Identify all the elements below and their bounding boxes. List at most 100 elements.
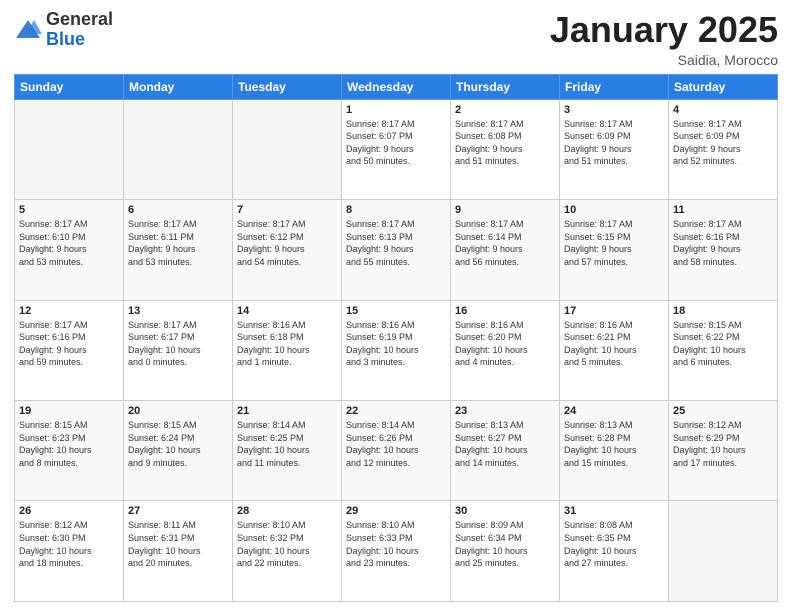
day-info: Sunrise: 8:15 AM Sunset: 6:23 PM Dayligh… (19, 419, 119, 469)
logo-blue-text: Blue (46, 30, 113, 50)
day-number: 17 (564, 305, 664, 317)
day-info: Sunrise: 8:14 AM Sunset: 6:25 PM Dayligh… (237, 419, 337, 469)
day-number: 12 (19, 305, 119, 317)
day-number: 27 (128, 505, 228, 517)
day-number: 23 (455, 405, 555, 417)
table-row: 21 Sunrise: 8:14 AM Sunset: 6:25 PM Dayli… (233, 401, 342, 501)
day-info: Sunrise: 8:16 AM Sunset: 6:20 PM Dayligh… (455, 319, 555, 369)
day-number: 24 (564, 405, 664, 417)
table-row: 23 Sunrise: 8:13 AM Sunset: 6:27 PM Dayli… (451, 401, 560, 501)
logo: General Blue (14, 10, 113, 50)
table-row: 30Sunrise: 8:09 AM Sunset: 6:34 PM Dayli… (451, 501, 560, 602)
day-info: Sunrise: 8:17 AM Sunset: 6:16 PM Dayligh… (673, 218, 773, 268)
calendar-week-row: 12 Sunrise: 8:17 AM Sunset: 6:16 PM Dayli… (15, 300, 778, 400)
table-row: 22 Sunrise: 8:14 AM Sunset: 6:26 PM Dayli… (342, 401, 451, 501)
day-number: 1 (346, 104, 446, 116)
table-row (124, 99, 233, 199)
col-header-monday: Monday (124, 74, 233, 99)
day-number: 6 (128, 204, 228, 216)
table-row: 17 Sunrise: 8:16 AM Sunset: 6:21 PM Dayli… (560, 300, 669, 400)
table-row: 28Sunrise: 8:10 AM Sunset: 6:32 PM Dayli… (233, 501, 342, 602)
day-number: 11 (673, 204, 773, 216)
day-number: 10 (564, 204, 664, 216)
day-number: 18 (673, 305, 773, 317)
table-row: 9 Sunrise: 8:17 AM Sunset: 6:14 PM Daylig… (451, 200, 560, 300)
logo-text: General Blue (46, 10, 113, 50)
table-row: 14Sunrise: 8:16 AM Sunset: 6:18 PM Dayli… (233, 300, 342, 400)
table-row: 16Sunrise: 8:16 AM Sunset: 6:20 PM Dayli… (451, 300, 560, 400)
day-info: Sunrise: 8:15 AM Sunset: 6:22 PM Dayligh… (673, 319, 773, 369)
table-row: 11 Sunrise: 8:17 AM Sunset: 6:16 PM Dayli… (669, 200, 778, 300)
day-info: Sunrise: 8:12 AM Sunset: 6:30 PM Dayligh… (19, 519, 119, 569)
day-info: Sunrise: 8:17 AM Sunset: 6:16 PM Dayligh… (19, 319, 119, 369)
table-row: 8Sunrise: 8:17 AM Sunset: 6:13 PM Daylig… (342, 200, 451, 300)
day-info: Sunrise: 8:13 AM Sunset: 6:27 PM Dayligh… (455, 419, 555, 469)
table-row: 13 Sunrise: 8:17 AM Sunset: 6:17 PM Dayli… (124, 300, 233, 400)
header: General Blue January 2025 Saidia, Morocc… (14, 10, 778, 68)
day-number: 20 (128, 405, 228, 417)
day-number: 31 (564, 505, 664, 517)
day-info: Sunrise: 8:17 AM Sunset: 6:15 PM Dayligh… (564, 218, 664, 268)
col-header-sunday: Sunday (15, 74, 124, 99)
table-row: 18 Sunrise: 8:15 AM Sunset: 6:22 PM Dayli… (669, 300, 778, 400)
day-info: Sunrise: 8:17 AM Sunset: 6:09 PM Dayligh… (673, 118, 773, 168)
table-row: 6 Sunrise: 8:17 AM Sunset: 6:11 PM Daylig… (124, 200, 233, 300)
table-row: 29Sunrise: 8:10 AM Sunset: 6:33 PM Dayli… (342, 501, 451, 602)
day-info: Sunrise: 8:17 AM Sunset: 6:08 PM Dayligh… (455, 118, 555, 168)
day-number: 22 (346, 405, 446, 417)
calendar-header-row: Sunday Monday Tuesday Wednesday Thursday… (15, 74, 778, 99)
day-info: Sunrise: 8:09 AM Sunset: 6:34 PM Dayligh… (455, 519, 555, 569)
table-row: 31 Sunrise: 8:08 AM Sunset: 6:35 PM Dayli… (560, 501, 669, 602)
table-row: 15Sunrise: 8:16 AM Sunset: 6:19 PM Dayli… (342, 300, 451, 400)
day-info: Sunrise: 8:17 AM Sunset: 6:09 PM Dayligh… (564, 118, 664, 168)
day-info: Sunrise: 8:17 AM Sunset: 6:13 PM Dayligh… (346, 218, 446, 268)
table-row (233, 99, 342, 199)
day-number: 3 (564, 104, 664, 116)
col-header-tuesday: Tuesday (233, 74, 342, 99)
logo-general-text: General (46, 10, 113, 30)
table-row: 7Sunrise: 8:17 AM Sunset: 6:12 PM Daylig… (233, 200, 342, 300)
calendar-week-row: 26 Sunrise: 8:12 AM Sunset: 6:30 PM Dayli… (15, 501, 778, 602)
day-info: Sunrise: 8:17 AM Sunset: 6:14 PM Dayligh… (455, 218, 555, 268)
day-info: Sunrise: 8:12 AM Sunset: 6:29 PM Dayligh… (673, 419, 773, 469)
day-info: Sunrise: 8:08 AM Sunset: 6:35 PM Dayligh… (564, 519, 664, 569)
table-row: 10 Sunrise: 8:17 AM Sunset: 6:15 PM Dayli… (560, 200, 669, 300)
day-info: Sunrise: 8:11 AM Sunset: 6:31 PM Dayligh… (128, 519, 228, 569)
calendar-title: January 2025 (550, 10, 778, 50)
table-row: 19 Sunrise: 8:15 AM Sunset: 6:23 PM Dayli… (15, 401, 124, 501)
table-row: 2Sunrise: 8:17 AM Sunset: 6:08 PM Daylig… (451, 99, 560, 199)
day-info: Sunrise: 8:17 AM Sunset: 6:17 PM Dayligh… (128, 319, 228, 369)
day-number: 19 (19, 405, 119, 417)
day-number: 25 (673, 405, 773, 417)
day-info: Sunrise: 8:14 AM Sunset: 6:26 PM Dayligh… (346, 419, 446, 469)
title-block: January 2025 Saidia, Morocco (550, 10, 778, 68)
day-info: Sunrise: 8:17 AM Sunset: 6:11 PM Dayligh… (128, 218, 228, 268)
day-info: Sunrise: 8:17 AM Sunset: 6:10 PM Dayligh… (19, 218, 119, 268)
day-number: 14 (237, 305, 337, 317)
table-row (669, 501, 778, 602)
day-info: Sunrise: 8:17 AM Sunset: 6:07 PM Dayligh… (346, 118, 446, 168)
day-info: Sunrise: 8:16 AM Sunset: 6:21 PM Dayligh… (564, 319, 664, 369)
table-row: 5 Sunrise: 8:17 AM Sunset: 6:10 PM Daylig… (15, 200, 124, 300)
table-row: 20 Sunrise: 8:15 AM Sunset: 6:24 PM Dayli… (124, 401, 233, 501)
col-header-thursday: Thursday (451, 74, 560, 99)
table-row: 3 Sunrise: 8:17 AM Sunset: 6:09 PM Daylig… (560, 99, 669, 199)
day-info: Sunrise: 8:15 AM Sunset: 6:24 PM Dayligh… (128, 419, 228, 469)
day-number: 29 (346, 505, 446, 517)
day-info: Sunrise: 8:13 AM Sunset: 6:28 PM Dayligh… (564, 419, 664, 469)
day-number: 13 (128, 305, 228, 317)
day-number: 4 (673, 104, 773, 116)
day-info: Sunrise: 8:16 AM Sunset: 6:19 PM Dayligh… (346, 319, 446, 369)
day-number: 28 (237, 505, 337, 517)
day-number: 26 (19, 505, 119, 517)
calendar-week-row: 19 Sunrise: 8:15 AM Sunset: 6:23 PM Dayli… (15, 401, 778, 501)
day-number: 5 (19, 204, 119, 216)
calendar-week-row: 5 Sunrise: 8:17 AM Sunset: 6:10 PM Daylig… (15, 200, 778, 300)
day-number: 9 (455, 204, 555, 216)
day-number: 21 (237, 405, 337, 417)
table-row: 12 Sunrise: 8:17 AM Sunset: 6:16 PM Dayli… (15, 300, 124, 400)
table-row: 4 Sunrise: 8:17 AM Sunset: 6:09 PM Daylig… (669, 99, 778, 199)
table-row: 27 Sunrise: 8:11 AM Sunset: 6:31 PM Dayli… (124, 501, 233, 602)
table-row: 25 Sunrise: 8:12 AM Sunset: 6:29 PM Dayli… (669, 401, 778, 501)
table-row: 1 Sunrise: 8:17 AM Sunset: 6:07 PM Daylig… (342, 99, 451, 199)
